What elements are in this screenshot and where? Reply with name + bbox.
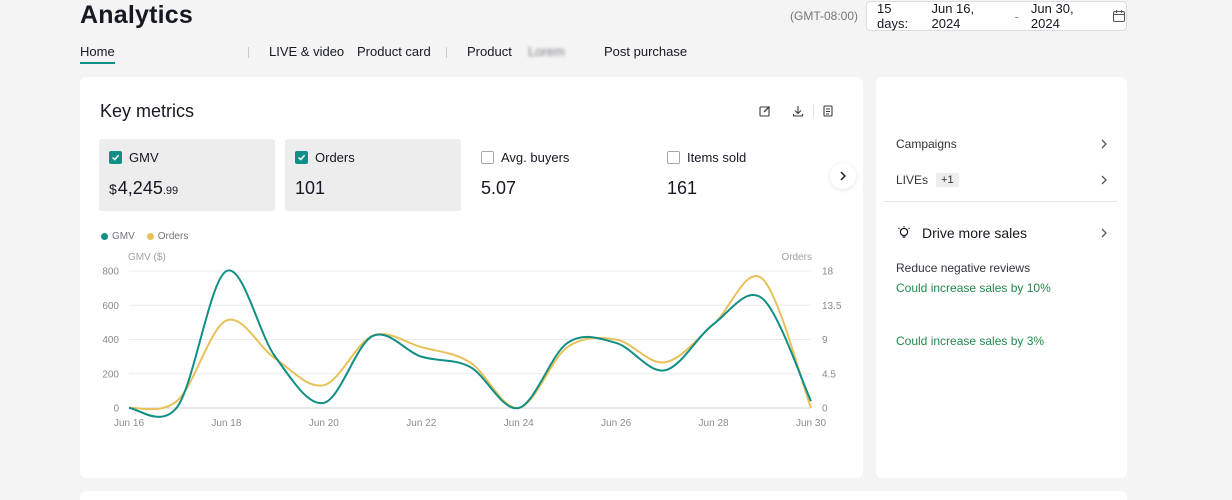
chevron-right-icon — [1099, 138, 1109, 150]
tab-product-card[interactable]: Product card — [357, 44, 431, 59]
y-left-tick-label: 200 — [102, 369, 119, 380]
x-tick-label: Jun 16 — [114, 418, 144, 429]
y-left-tick-label: 0 — [113, 404, 119, 415]
side-panel: Campaigns LIVEs +1 Drive more sales Redu… — [876, 77, 1127, 478]
page-title: Analytics — [80, 1, 193, 29]
gmv-orders-line-chart: 800 600 400 200 0 18 13.5 9 4.5 0 GMV ($) Orders Jun… — [102, 252, 842, 429]
campaigns-row[interactable]: Campaigns — [896, 135, 1109, 153]
y-right-tick-label: 0 — [822, 404, 828, 415]
suggestion-link[interactable]: Could increase sales by 10% — [896, 281, 1051, 295]
timezone-label: (GMT-08:00) — [790, 9, 859, 23]
tab-divider — [248, 47, 249, 58]
lives-count-badge: +1 — [936, 173, 959, 187]
tab-blurred[interactable]: Lorem — [528, 44, 565, 59]
date-range-label: 15 days: — [877, 1, 909, 31]
lives-row[interactable]: LIVEs +1 — [896, 171, 1109, 189]
x-tick-label: Jun 18 — [211, 418, 241, 429]
x-tick-label: Jun 20 — [309, 418, 339, 429]
y-right-tick-label: 18 — [822, 267, 834, 278]
drive-more-sales-row[interactable]: Drive more sales — [896, 223, 1109, 243]
suggestion-title: Reduce negative reviews — [896, 261, 1031, 275]
y-left-tick-label: 600 — [102, 301, 119, 312]
date-range-picker[interactable]: 15 days: Jun 16, 2024 - Jun 30, 2024 — [866, 1, 1127, 31]
campaigns-label: Campaigns — [896, 137, 957, 151]
series-line-gmv — [128, 269, 812, 418]
chevron-right-icon — [1099, 174, 1109, 186]
date-end[interactable]: Jun 30, 2024 — [1031, 1, 1102, 31]
lightbulb-icon — [896, 225, 912, 241]
lives-label: LIVEs — [896, 173, 929, 187]
y-right-tick-label: 9 — [822, 335, 828, 346]
tab-post-purchase[interactable]: Post purchase — [604, 44, 687, 59]
x-tick-label: Jun 24 — [504, 418, 534, 429]
chevron-right-icon — [1099, 227, 1109, 239]
tab-home[interactable]: Home — [80, 44, 115, 64]
y-left-axis-title: GMV ($) — [128, 252, 166, 263]
calendar-icon[interactable] — [1112, 9, 1126, 23]
y-left-tick-label: 400 — [102, 335, 119, 346]
lower-section-card — [80, 491, 1127, 500]
tab-live-video[interactable]: LIVE & video — [269, 44, 344, 59]
x-tick-label: Jun 22 — [406, 418, 436, 429]
y-right-axis-title: Orders — [781, 252, 812, 263]
series-line-orders — [128, 275, 812, 411]
y-right-tick-label: 4.5 — [822, 369, 836, 380]
x-tick-label: Jun 28 — [699, 418, 729, 429]
date-separator: - — [1014, 8, 1019, 24]
x-tick-label: Jun 30 — [796, 418, 826, 429]
key-metrics-card: Key metrics GMV $ 4,245 .99 Orders 101 A… — [80, 77, 863, 478]
date-start[interactable]: Jun 16, 2024 — [931, 1, 1002, 31]
x-tick-label: Jun 26 — [601, 418, 631, 429]
side-divider — [884, 201, 1117, 202]
tab-divider — [446, 47, 447, 58]
y-right-tick-label: 13.5 — [822, 301, 842, 312]
drive-more-sales-title: Drive more sales — [922, 225, 1028, 241]
suggestion-link[interactable]: Could increase sales by 3% — [896, 334, 1044, 348]
tab-product[interactable]: Product — [467, 44, 512, 59]
y-left-tick-label: 800 — [102, 267, 119, 278]
